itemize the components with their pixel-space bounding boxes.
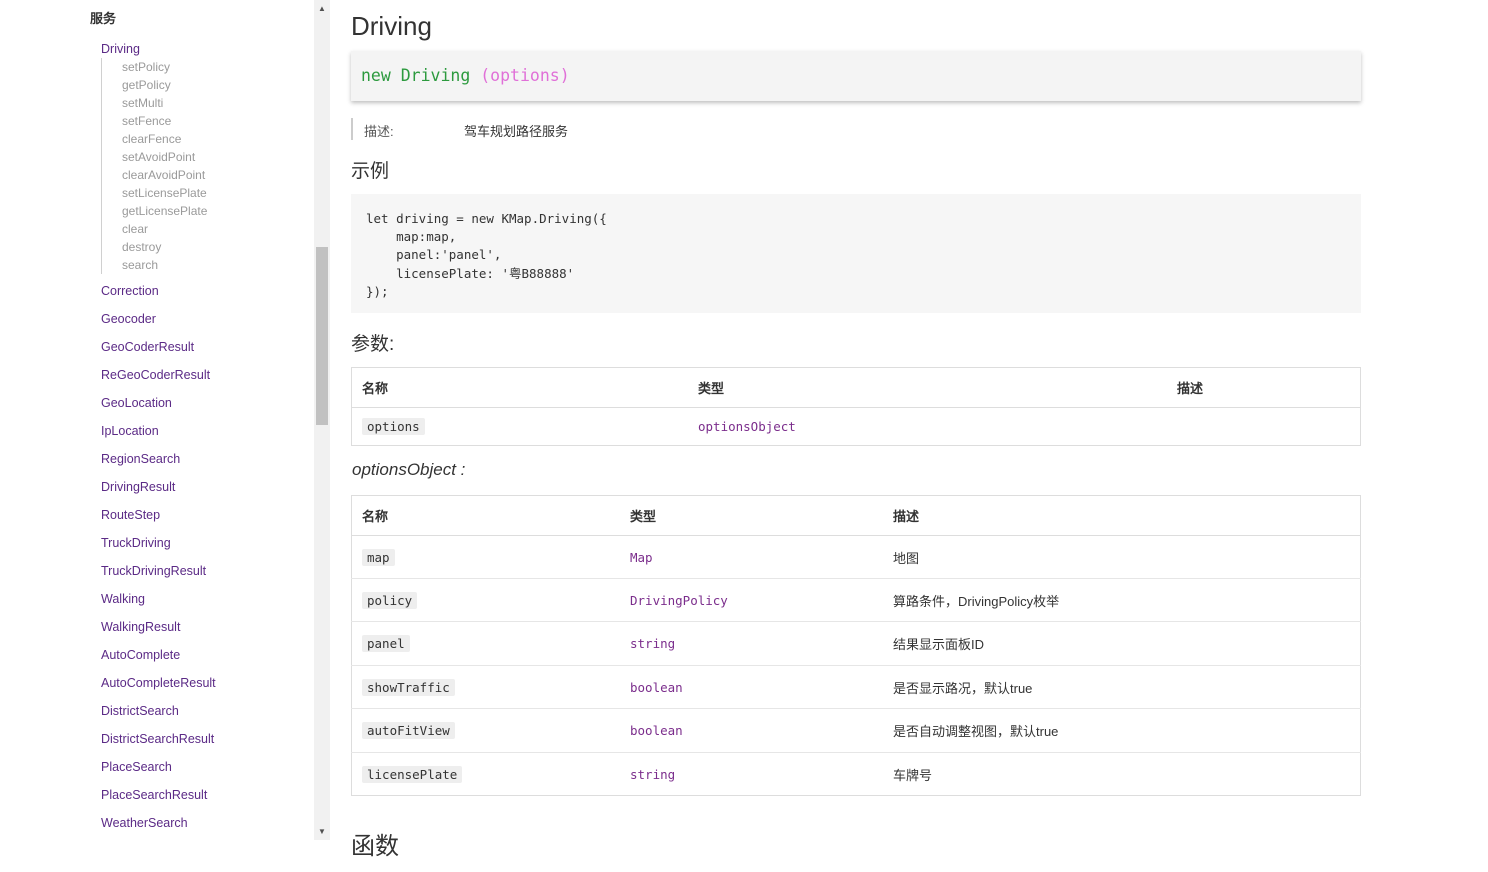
option-name: map bbox=[362, 548, 395, 566]
option-type-link[interactable]: boolean bbox=[630, 723, 683, 738]
sidebar-subitem[interactable]: clearAvoidPoint bbox=[122, 166, 216, 184]
sidebar-subitem[interactable]: setPolicy bbox=[122, 58, 216, 76]
sidebar-subitem[interactable]: search bbox=[122, 256, 216, 274]
sidebar-item[interactable]: GeoLocation bbox=[101, 394, 216, 422]
sidebar-item[interactable]: DrivingResult bbox=[101, 478, 216, 506]
description-label: 描述: bbox=[364, 124, 394, 139]
sidebar-item[interactable]: ReGeoCoderResult bbox=[101, 366, 216, 394]
option-name: autoFitView bbox=[362, 722, 455, 739]
sidebar-item-driving[interactable]: Driving bbox=[101, 40, 216, 58]
sidebar-item[interactable]: IpLocation bbox=[101, 422, 216, 450]
params-header-desc: 描述 bbox=[1167, 367, 1361, 408]
sidebar-item[interactable]: Geocoder bbox=[101, 310, 216, 338]
sidebar-subitem[interactable]: getLicensePlate bbox=[122, 202, 216, 220]
signature-name: Driving bbox=[400, 66, 471, 85]
option-desc: 算路条件，DrivingPolicy枚举 bbox=[883, 578, 1361, 622]
options-header-name: 名称 bbox=[351, 495, 620, 536]
table-row: licensePlate string 车牌号 bbox=[351, 752, 1361, 796]
sidebar-item[interactable]: RouteStep bbox=[101, 506, 216, 534]
option-type-link[interactable]: string bbox=[630, 767, 675, 782]
option-desc: 地图 bbox=[883, 535, 1361, 579]
sidebar-item[interactable]: TruckDrivingResult bbox=[101, 562, 216, 590]
sidebar-subitem[interactable]: setLicensePlate bbox=[122, 184, 216, 202]
sidebar-subitem[interactable]: setFence bbox=[122, 112, 216, 130]
params-heading: 参数: bbox=[351, 334, 395, 355]
sidebar-item[interactable]: RegionSearch bbox=[101, 450, 216, 478]
table-row: panel string 结果显示面板ID bbox=[351, 621, 1361, 666]
params-table: 名称 类型 描述 options optionsObject bbox=[351, 367, 1361, 446]
table-row: policy DrivingPolicy 算路条件，DrivingPolicy枚举 bbox=[351, 578, 1361, 622]
sidebar-subitem[interactable]: clear bbox=[122, 220, 216, 238]
option-type-link[interactable]: DrivingPolicy bbox=[630, 593, 728, 608]
sidebar-scrollbar[interactable]: ▲ ▼ bbox=[314, 0, 330, 840]
sidebar-item[interactable]: TruckDriving bbox=[101, 534, 216, 562]
sidebar-item[interactable]: PlaceSearch bbox=[101, 758, 216, 786]
example-code-block: let driving = new KMap.Driving({ map:map… bbox=[351, 194, 1361, 313]
sidebar-item[interactable]: DistrictSearch bbox=[101, 702, 216, 730]
param-type-link[interactable]: optionsObject bbox=[698, 419, 796, 434]
scroll-down-arrow-icon[interactable]: ▼ bbox=[314, 823, 330, 840]
sidebar-item[interactable]: Correction bbox=[101, 282, 216, 310]
option-name: panel bbox=[362, 635, 410, 652]
table-row: map Map 地图 bbox=[351, 535, 1361, 579]
sidebar-item[interactable]: PlaceSearchResult bbox=[101, 786, 216, 814]
description-row: 描述: 驾车规划路径服务 bbox=[351, 118, 753, 140]
sidebar-item[interactable]: WalkingResult bbox=[101, 618, 216, 646]
option-desc: 车牌号 bbox=[883, 752, 1361, 796]
sidebar-item[interactable]: AutoCompleteResult bbox=[101, 674, 216, 702]
option-type-link[interactable]: Map bbox=[630, 550, 653, 565]
sidebar-item-list: Correction Geocoder GeoCoderResult ReGeoCod… bbox=[101, 282, 216, 840]
param-desc bbox=[1167, 407, 1361, 446]
sidebar-item[interactable]: Walking bbox=[101, 590, 216, 618]
option-desc: 是否显示路况，默认true bbox=[883, 665, 1361, 709]
sidebar-sub-list: setPolicy getPolicy setMulti setFence clearF… bbox=[101, 58, 216, 274]
functions-heading: 函数 bbox=[351, 833, 399, 860]
signature-keyword: new bbox=[361, 66, 391, 85]
page-title: Driving bbox=[351, 11, 432, 42]
description-value: 驾车规划路径服务 bbox=[464, 124, 569, 139]
sidebar-nav: 服务 Driving setPolicy getPolicy setMulti set… bbox=[0, 0, 314, 840]
sidebar-subitem[interactable]: setAvoidPoint bbox=[122, 148, 216, 166]
options-header-type: 类型 bbox=[620, 495, 883, 536]
sidebar-section-title: 服务 bbox=[90, 11, 117, 26]
options-object-heading: optionsObject : bbox=[352, 460, 466, 479]
sidebar-subitem[interactable]: destroy bbox=[122, 238, 216, 256]
sidebar-subitem[interactable]: getPolicy bbox=[122, 76, 216, 94]
option-name: showTraffic bbox=[362, 678, 455, 696]
option-name: policy bbox=[362, 591, 418, 609]
param-name: options bbox=[362, 418, 425, 435]
scroll-thumb[interactable] bbox=[316, 247, 328, 425]
params-header-type: 类型 bbox=[688, 367, 1167, 408]
option-name: licensePlate bbox=[362, 765, 463, 783]
table-row: showTraffic boolean 是否显示路况，默认true bbox=[351, 665, 1361, 709]
options-header-desc: 描述 bbox=[883, 495, 1361, 536]
params-header-name: 名称 bbox=[351, 367, 688, 408]
sidebar-nav-group: Driving setPolicy getPolicy setMulti setFen… bbox=[101, 40, 216, 840]
signature-box: new Driving (options) bbox=[351, 51, 1361, 101]
sidebar-item[interactable]: AutoComplete bbox=[101, 646, 216, 674]
sidebar-item[interactable]: DistrictSearchResult bbox=[101, 730, 216, 758]
sidebar-item[interactable]: WeatherSearch bbox=[101, 814, 216, 840]
sidebar-item[interactable]: GeoCoderResult bbox=[101, 338, 216, 366]
options-table: 名称 类型 描述 map Map 地图 policy DrivingPolicy 算路条件… bbox=[351, 495, 1361, 796]
option-desc: 结果显示面板ID bbox=[883, 621, 1361, 666]
sidebar-subitem[interactable]: clearFence bbox=[122, 130, 216, 148]
option-type-link[interactable]: boolean bbox=[630, 680, 683, 695]
scroll-up-arrow-icon[interactable]: ▲ bbox=[314, 0, 330, 17]
option-type-link[interactable]: string bbox=[630, 636, 675, 651]
signature-params: (options) bbox=[480, 66, 570, 85]
sidebar-subitem[interactable]: setMulti bbox=[122, 94, 216, 112]
option-desc: 是否自动调整视图，默认true bbox=[883, 708, 1361, 753]
example-heading: 示例 bbox=[351, 161, 390, 182]
table-row: options optionsObject bbox=[351, 407, 1361, 446]
example-code: let driving = new KMap.Driving({ map:map… bbox=[366, 211, 607, 299]
table-row: autoFitView boolean 是否自动调整视图，默认true bbox=[351, 708, 1361, 753]
